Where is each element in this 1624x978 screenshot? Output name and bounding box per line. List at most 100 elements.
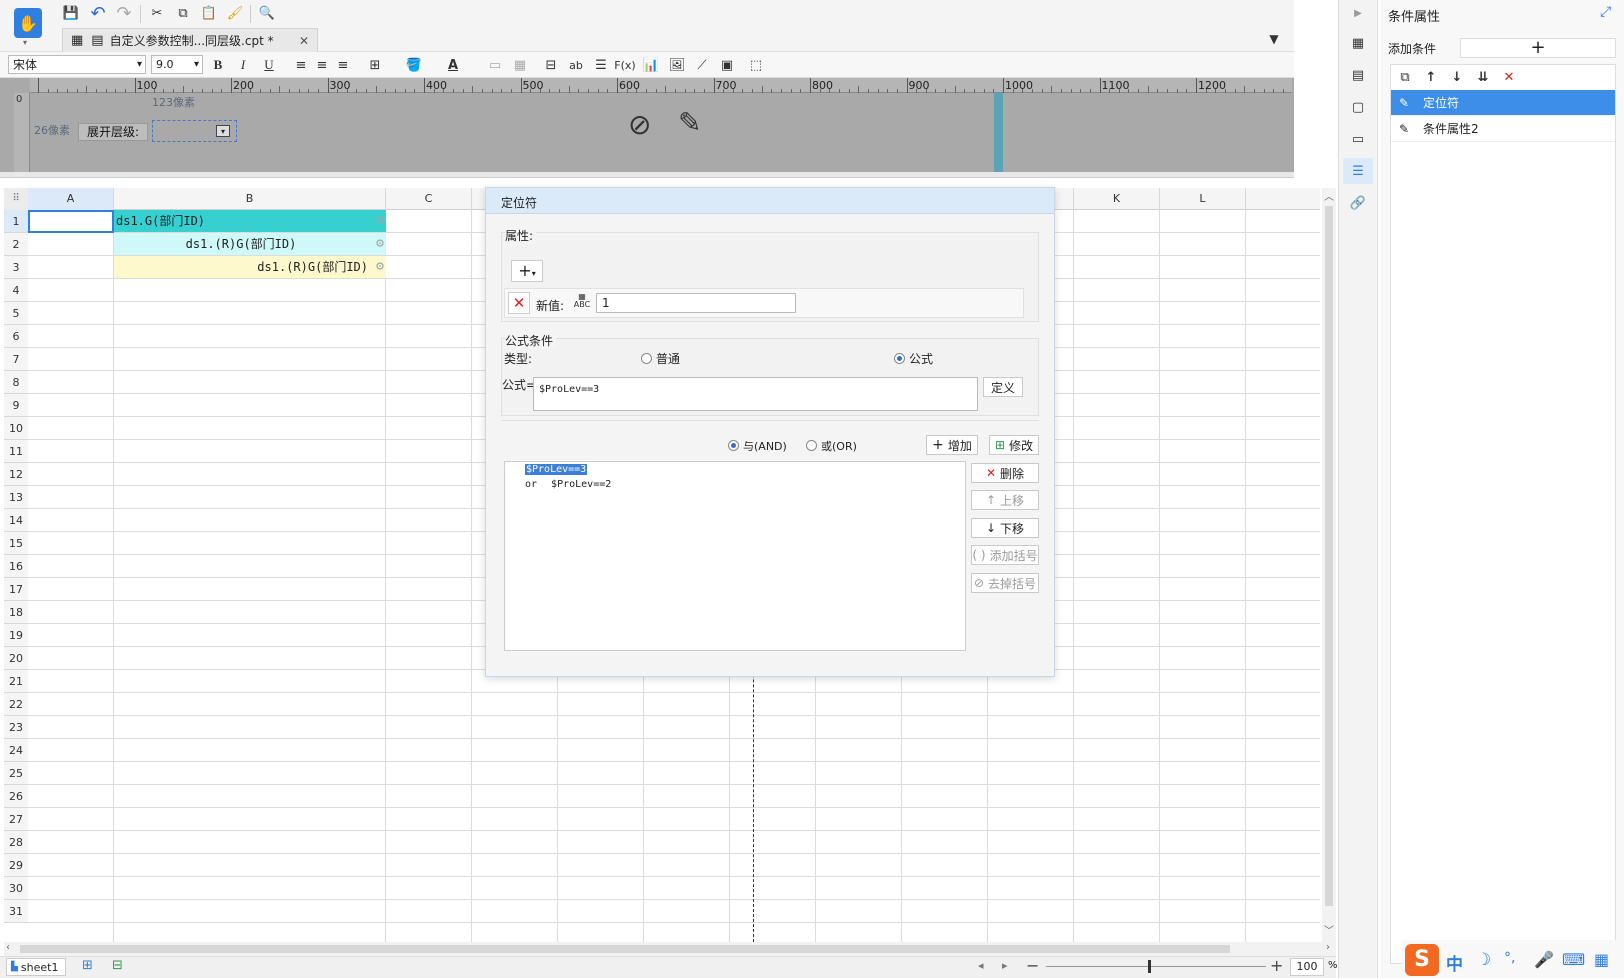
apps-grid-icon[interactable]: ▦ (1594, 950, 1609, 969)
split-icon[interactable]: ▦ (509, 54, 531, 76)
row-header[interactable]: 4 (4, 279, 28, 302)
row-header[interactable]: 5 (4, 302, 28, 325)
add-sheet-alt-icon[interactable]: ⊟ (112, 958, 123, 973)
bold-button[interactable]: B (207, 54, 229, 76)
redo-icon[interactable]: ↷ (113, 2, 135, 24)
modify-condition-button[interactable]: ⊞ 修改 (989, 435, 1039, 455)
scroll-left-icon[interactable]: ‹ (6, 942, 10, 953)
horizontal-scrollbar[interactable]: ‹ › (4, 942, 1336, 956)
float-element-icon[interactable]: ▢ (1347, 96, 1369, 118)
move-bottom-icon[interactable]: ⇊ (1472, 66, 1494, 88)
row-header[interactable]: 3 (4, 256, 28, 279)
app-logo[interactable]: ✋ (14, 8, 42, 38)
row-header[interactable]: 11 (4, 440, 28, 463)
align-right-icon[interactable]: ≡ (332, 54, 354, 76)
sheet-tab[interactable]: ▙ sheet1 (6, 958, 66, 976)
insert-link-icon[interactable]: ⊟ (540, 54, 562, 76)
row-header[interactable]: 23 (4, 716, 28, 739)
row-header[interactable]: 31 (4, 900, 28, 923)
value-type-icon[interactable]: ▦ ABC (571, 293, 593, 313)
zoom-slider[interactable] (1046, 960, 1266, 973)
row-header[interactable]: 16 (4, 555, 28, 578)
row-header[interactable]: 8 (4, 371, 28, 394)
add-bracket-button[interactable]: ( ) 添加括号 (971, 545, 1039, 565)
panel-toggle-icon[interactable]: ▼ (1263, 28, 1285, 50)
add-property-button[interactable]: +▾ (511, 260, 543, 282)
mic-icon[interactable]: 🎤 (1534, 950, 1554, 969)
formula-button[interactable]: F(x) (614, 54, 636, 76)
keyboard-icon[interactable]: ⌨ (1562, 950, 1585, 969)
image-icon[interactable]: 🖼 (666, 54, 688, 76)
h-scroll-thumb[interactable] (20, 945, 1230, 953)
close-tab-icon[interactable]: ✕ (299, 34, 309, 48)
chart-icon[interactable]: 📊 (640, 54, 662, 76)
define-button[interactable]: 定义 (983, 377, 1023, 397)
and-radio[interactable]: 与(AND) (728, 438, 787, 454)
type-formula-radio[interactable]: 公式 (894, 350, 933, 367)
font-family-select[interactable]: 宋体 ▾ (8, 55, 146, 74)
vertical-scrollbar[interactable]: ︿ ﹀ (1322, 188, 1336, 942)
row-header[interactable]: 20 (4, 647, 28, 670)
frame-icon[interactable]: ⬚ (745, 54, 767, 76)
hyperlink-icon[interactable]: 🔗 (1347, 192, 1369, 214)
align-center-icon[interactable]: ≡ (311, 54, 333, 76)
copy-condition-icon[interactable]: ⧉ (1394, 66, 1416, 88)
row-header[interactable]: 24 (4, 739, 28, 762)
column-header[interactable]: C (386, 188, 472, 210)
cell-b2[interactable]: ds1.(R)G(部门ID) ⚙ (114, 233, 386, 255)
combo-dropdown-icon[interactable]: ▾ (216, 125, 230, 137)
row-header[interactable]: 28 (4, 831, 28, 854)
cell-attribute-icon[interactable]: ▤ (1347, 64, 1369, 86)
punct-icon[interactable]: °, (1504, 950, 1515, 966)
row-header[interactable]: 26 (4, 785, 28, 808)
row-header[interactable]: 22 (4, 693, 28, 716)
move-down-button[interactable]: ↓ 下移 (971, 518, 1039, 538)
format-painter-icon[interactable]: 🖌 (224, 2, 246, 24)
scroll-thumb[interactable] (1325, 206, 1333, 906)
param-combobox[interactable]: ▾ (152, 120, 237, 142)
slash-icon[interactable]: ⟋ (691, 54, 713, 76)
row-header[interactable]: 25 (4, 762, 28, 785)
row-header[interactable]: 2 (4, 233, 28, 256)
merge-icon[interactable]: ▭ (484, 54, 506, 76)
gear-icon[interactable]: ⚙ (376, 256, 384, 278)
row-header[interactable]: 21 (4, 670, 28, 693)
dialog-titlebar[interactable]: 定位符 (486, 188, 1054, 214)
zoom-value-field[interactable]: 100 (1290, 958, 1324, 976)
zoom-slider-thumb[interactable] (1148, 960, 1151, 973)
row-header[interactable]: 19 (4, 624, 28, 647)
column-header[interactable]: K (1074, 188, 1160, 210)
cut-icon[interactable]: ✂ (146, 2, 168, 24)
scroll-up-icon[interactable]: ︿ (1324, 188, 1334, 203)
cell-element-icon[interactable]: ▦ (1347, 32, 1369, 54)
font-color-icon[interactable]: A (442, 54, 464, 76)
logo-dropdown-icon[interactable]: ▾ (23, 38, 27, 47)
delete-condition-icon[interactable]: ✕ (1498, 66, 1520, 88)
align-left-icon[interactable]: ≡ (290, 54, 312, 76)
row-header[interactable]: 18 (4, 601, 28, 624)
sogou-logo-icon[interactable]: S (1405, 944, 1439, 976)
add-sheet-icon[interactable]: ⊞ (82, 958, 93, 973)
new-value-input[interactable]: 1 (596, 293, 796, 313)
boundary-marker[interactable] (994, 93, 1003, 172)
underline-button[interactable]: U (258, 54, 280, 76)
collapse-panel-icon[interactable]: ▶ (1347, 2, 1369, 24)
remove-bracket-button[interactable]: ⊘ 去掉括号 (971, 573, 1039, 593)
widget-icon[interactable]: ▭ (1347, 128, 1369, 150)
or-radio[interactable]: 或(OR) (806, 438, 857, 454)
row-header[interactable]: 12 (4, 463, 28, 486)
border-icon[interactable]: ⊞ (364, 54, 386, 76)
hide-icon[interactable]: ⊘ (628, 108, 651, 141)
move-up-button[interactable]: ↑ 上移 (971, 490, 1039, 510)
column-header[interactable]: B (114, 188, 386, 210)
fill-color-icon[interactable]: 🪣 (403, 54, 425, 76)
add-condition-button[interactable]: + 增加 (926, 435, 978, 455)
move-up-icon[interactable]: ↑ (1420, 66, 1442, 88)
delete-button[interactable]: ✕ 删除 (971, 463, 1039, 483)
copy-icon[interactable]: ⧉ (172, 2, 194, 24)
scroll-down-icon[interactable]: ﹀ (1324, 922, 1334, 937)
row-header[interactable]: 1 (4, 210, 28, 233)
scroll-right-icon[interactable]: › (1326, 942, 1330, 953)
paste-icon[interactable]: 📋 (198, 2, 220, 24)
next-sheet-icon[interactable]: ▸ (1002, 959, 1008, 972)
